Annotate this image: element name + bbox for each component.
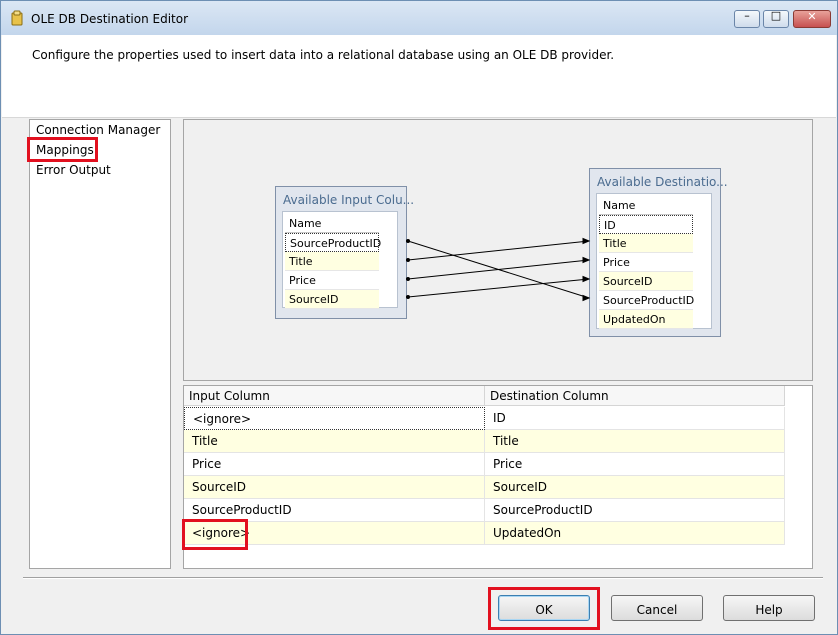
close-icon: ✕ [807, 10, 817, 23]
destination-column-item[interactable]: Price [599, 253, 693, 272]
grid-input-cell[interactable]: SourceID [184, 476, 485, 499]
title-bar[interactable]: OLE DB Destination Editor – □ ✕ [1, 1, 837, 35]
destination-columns-list[interactable]: Name ID Title Price SourceID SourceProdu… [596, 193, 712, 329]
destination-column-item[interactable]: SourceID [599, 272, 693, 291]
grid-input-cell[interactable]: <ignore> [184, 407, 485, 430]
ok-button-highlight-box [488, 587, 600, 630]
maximize-button[interactable]: □ [763, 9, 789, 28]
footer-separator [23, 577, 823, 579]
nav-item-connection-manager[interactable]: Connection Manager [36, 123, 160, 137]
description-header: Configure the properties used to insert … [2, 35, 836, 118]
dialog-window: OLE DB Destination Editor – □ ✕ Configur… [0, 0, 838, 635]
mapping-line [407, 240, 590, 261]
grid-destination-cell: SourceID [485, 476, 785, 499]
ignore-cell-highlight-box [182, 519, 248, 550]
ssis-package-icon [11, 10, 23, 26]
destination-column-item[interactable]: UpdatedOn [599, 310, 693, 329]
mapping-grid[interactable]: Input Column Destination Column <ignore>… [183, 385, 813, 569]
input-list-header: Name [285, 214, 379, 233]
page-nav-list: Connection Manager Mappings Error Output [29, 119, 171, 569]
destination-column-item[interactable]: Title [599, 234, 693, 253]
mapping-line [407, 278, 590, 298]
mapping-line [407, 259, 590, 280]
grid-destination-cell: UpdatedOn [485, 522, 785, 545]
available-destination-columns-box[interactable]: Available Destinatio... Name ID Title Pr… [589, 168, 728, 337]
description-text: Configure the properties used to insert … [32, 48, 615, 62]
window-title: OLE DB Destination Editor [31, 12, 189, 26]
input-column-item[interactable]: SourceID [285, 290, 379, 309]
maximize-icon: □ [770, 9, 782, 22]
grid-destination-cell: Price [485, 453, 785, 476]
help-button[interactable]: Help [723, 595, 815, 621]
destination-column-item[interactable]: ID [599, 215, 693, 234]
grid-header-destination-column[interactable]: Destination Column [485, 386, 785, 406]
input-column-item[interactable]: SourceProductID [285, 233, 381, 252]
destination-column-item[interactable]: SourceProductID [599, 291, 694, 310]
mapping-diagram[interactable]: Available Input Colu... Name SourceProdu… [183, 119, 813, 381]
input-columns-list[interactable]: Name SourceProductID Title Price SourceI… [282, 211, 398, 309]
grid-header-input-column[interactable]: Input Column [184, 386, 485, 406]
mapping-line [407, 240, 590, 299]
grid-destination-cell: Title [485, 430, 785, 453]
grid-destination-cell: ID [485, 407, 785, 430]
grid-destination-cell: SourceProductID [485, 499, 785, 522]
grid-input-cell[interactable]: Title [184, 430, 485, 453]
mappings-highlight-box [27, 137, 98, 162]
minimize-button[interactable]: – [734, 9, 760, 28]
minimize-icon: – [744, 9, 750, 22]
nav-item-error-output[interactable]: Error Output [36, 163, 111, 177]
destination-list-header: Name [599, 196, 693, 215]
close-button[interactable]: ✕ [793, 10, 831, 28]
input-column-item[interactable]: Price [285, 271, 379, 290]
available-input-columns-box[interactable]: Available Input Colu... Name SourceProdu… [275, 186, 414, 319]
input-box-title: Available Input Colu... [283, 193, 415, 207]
destination-box-title: Available Destinatio... [597, 175, 728, 189]
cancel-button[interactable]: Cancel [611, 595, 703, 621]
grid-input-cell[interactable]: Price [184, 453, 485, 476]
input-column-item[interactable]: Title [285, 252, 379, 271]
